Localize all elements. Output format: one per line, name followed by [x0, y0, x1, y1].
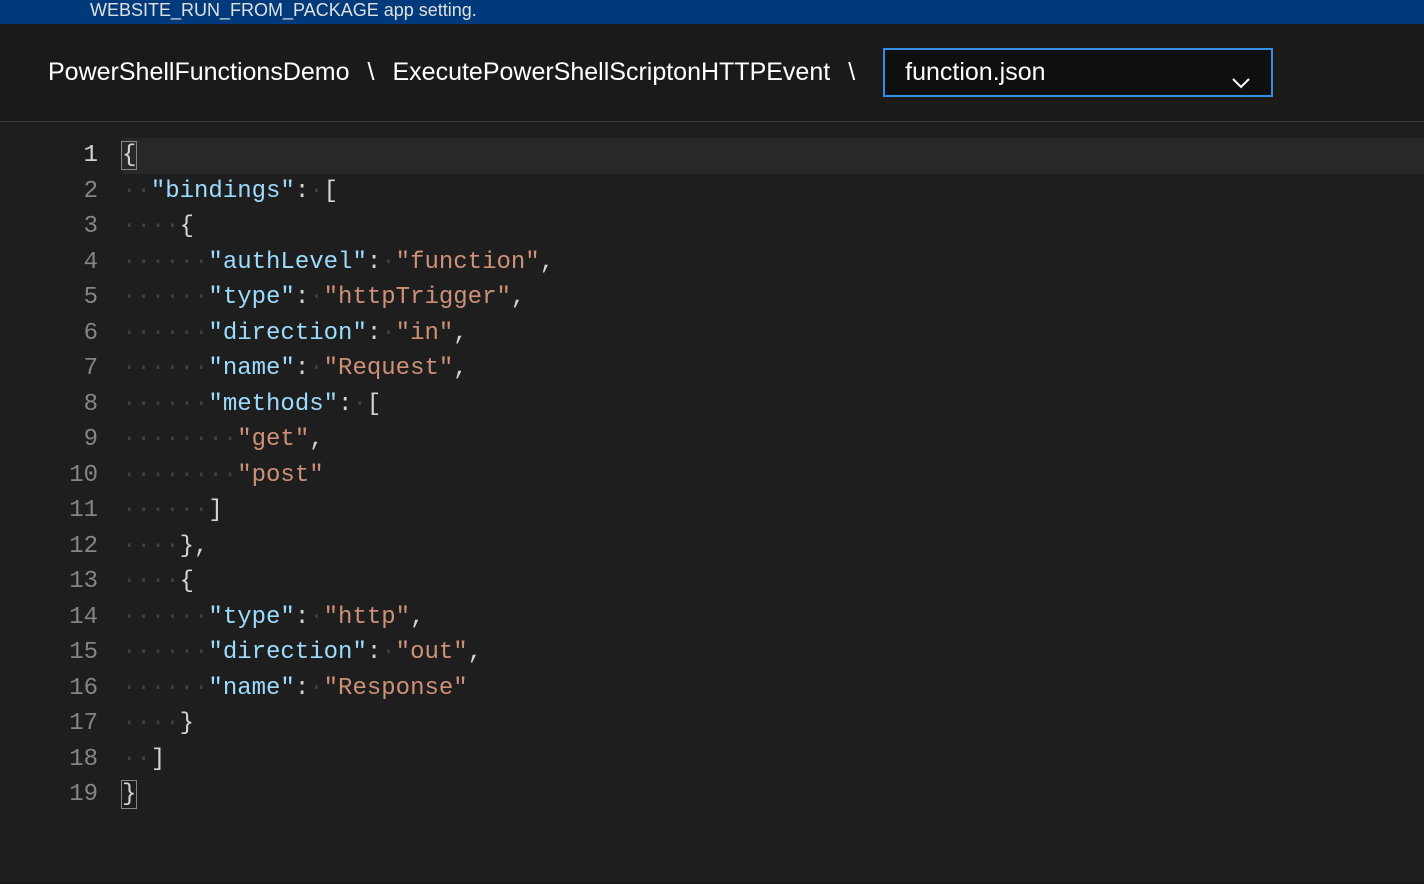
- line-number: 17: [0, 706, 98, 742]
- code-line[interactable]: ········"post": [122, 458, 1424, 494]
- code-line[interactable]: ······"direction":·"out",: [122, 635, 1424, 671]
- code-line[interactable]: ··"bindings":·[: [122, 174, 1424, 210]
- line-number: 12: [0, 529, 98, 565]
- code-line[interactable]: ····}: [122, 706, 1424, 742]
- code-content[interactable]: {··"bindings":·[····{······"authLevel":·…: [122, 138, 1424, 882]
- notification-banner: WEBSITE_RUN_FROM_PACKAGE app setting.: [0, 0, 1424, 24]
- line-number: 14: [0, 600, 98, 636]
- code-line[interactable]: ··]: [122, 742, 1424, 778]
- line-number: 2: [0, 174, 98, 210]
- code-line[interactable]: }: [122, 777, 1424, 813]
- line-number: 9: [0, 422, 98, 458]
- code-line[interactable]: ······"type":·"httpTrigger",: [122, 280, 1424, 316]
- breadcrumb-separator: \: [368, 58, 375, 87]
- breadcrumb-bar: PowerShellFunctionsDemo \ ExecutePowerSh…: [0, 24, 1424, 122]
- breadcrumb-app[interactable]: PowerShellFunctionsDemo: [48, 58, 350, 87]
- code-line[interactable]: {: [122, 138, 1424, 174]
- line-number: 10: [0, 458, 98, 494]
- line-number: 18: [0, 742, 98, 778]
- code-line[interactable]: ······"name":·"Request",: [122, 351, 1424, 387]
- line-number: 16: [0, 671, 98, 707]
- line-number: 7: [0, 351, 98, 387]
- code-line[interactable]: ····{: [122, 209, 1424, 245]
- chevron-down-icon: [1231, 67, 1251, 79]
- line-number: 13: [0, 564, 98, 600]
- line-number: 1: [0, 138, 98, 174]
- code-line[interactable]: ······"authLevel":·"function",: [122, 245, 1424, 281]
- line-number: 3: [0, 209, 98, 245]
- file-dropdown[interactable]: function.json: [883, 48, 1273, 97]
- line-number: 6: [0, 316, 98, 352]
- line-number: 5: [0, 280, 98, 316]
- code-editor[interactable]: 12345678910111213141516171819 {··"bindin…: [0, 122, 1424, 882]
- code-line[interactable]: ······"methods":·[: [122, 387, 1424, 423]
- code-line[interactable]: ······"name":·"Response": [122, 671, 1424, 707]
- code-line[interactable]: ······"type":·"http",: [122, 600, 1424, 636]
- breadcrumb-separator: \: [848, 58, 855, 87]
- breadcrumb-function[interactable]: ExecutePowerShellScriptonHTTPEvent: [392, 58, 830, 87]
- line-number: 15: [0, 635, 98, 671]
- code-line[interactable]: ········"get",: [122, 422, 1424, 458]
- code-line[interactable]: ······"direction":·"in",: [122, 316, 1424, 352]
- banner-text: WEBSITE_RUN_FROM_PACKAGE app setting.: [90, 0, 477, 21]
- line-number-gutter: 12345678910111213141516171819: [0, 138, 122, 882]
- line-number: 8: [0, 387, 98, 423]
- line-number: 19: [0, 777, 98, 813]
- code-line[interactable]: ······]: [122, 493, 1424, 529]
- line-number: 11: [0, 493, 98, 529]
- code-line[interactable]: ····{: [122, 564, 1424, 600]
- code-line[interactable]: ····},: [122, 529, 1424, 565]
- file-dropdown-selected: function.json: [905, 58, 1045, 87]
- line-number: 4: [0, 245, 98, 281]
